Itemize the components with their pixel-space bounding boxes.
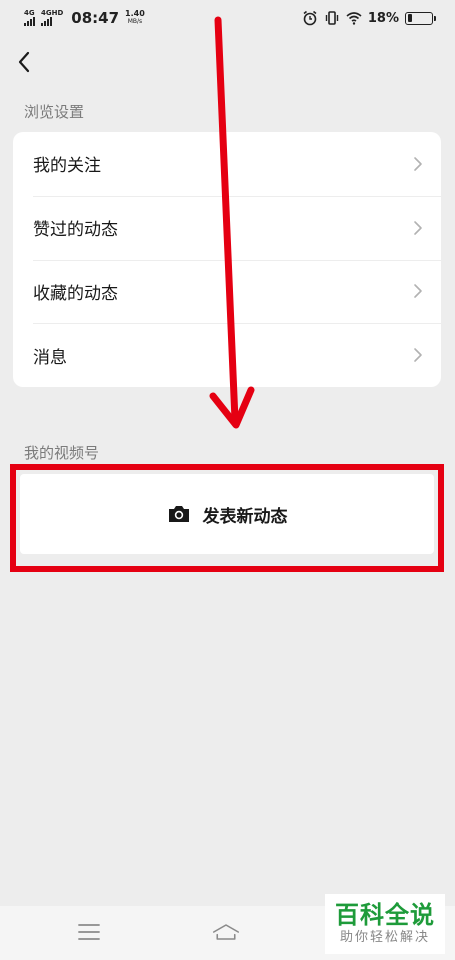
chevron-right-icon bbox=[414, 284, 422, 299]
chevron-right-icon bbox=[414, 157, 422, 171]
home-nav-button[interactable] bbox=[212, 920, 240, 944]
wifi-icon bbox=[346, 12, 362, 25]
watermark-logo: 百科全说 助你轻松解决 bbox=[325, 894, 445, 954]
watermark-subtitle: 助你轻松解决 bbox=[339, 930, 430, 945]
battery-icon bbox=[405, 11, 436, 25]
network-type-1: 4G bbox=[24, 9, 35, 17]
chevron-right-icon bbox=[414, 348, 422, 362]
menu-item-label: 我的关注 bbox=[33, 156, 101, 177]
signal-bars-icon bbox=[24, 17, 35, 26]
battery-fill bbox=[407, 14, 412, 22]
chevron-right-icon bbox=[414, 220, 422, 235]
watermark-title: 百科全说 bbox=[335, 901, 435, 929]
menu-item-label: 赞过的动态 bbox=[33, 220, 118, 241]
menu-item-my-following[interactable]: 我的关注 bbox=[13, 132, 441, 196]
menu-item-label: 收藏的动态 bbox=[33, 283, 118, 304]
menu-item-saved-posts[interactable]: 收藏的动态 bbox=[13, 259, 441, 324]
menu-nav-button[interactable] bbox=[75, 920, 103, 944]
vibrate-icon bbox=[325, 11, 339, 25]
menu-item-messages[interactable]: 消息 bbox=[13, 323, 441, 387]
browse-settings-card: 我的关注 赞过的动态 收藏的动态 消息 bbox=[13, 132, 441, 387]
chevron-left-icon bbox=[18, 51, 30, 73]
menu-item-label: 消息 bbox=[33, 347, 67, 368]
section-title-browse-settings: 浏览设置 bbox=[24, 103, 85, 121]
signal-2: 4GHD bbox=[41, 10, 63, 26]
status-bar: 4G 4GHD 08:47 1.40 MB/s 18% bbox=[0, 0, 455, 36]
battery-percent: 18% bbox=[367, 10, 399, 26]
speed-value: 1.40 bbox=[125, 9, 145, 18]
section-title-my-channels: 我的视频号 bbox=[24, 444, 100, 462]
speed-unit: MB/s bbox=[127, 18, 143, 25]
alarm-icon bbox=[303, 10, 317, 26]
home-icon bbox=[212, 924, 240, 940]
signal-bars-icon bbox=[41, 17, 52, 26]
back-button[interactable] bbox=[12, 48, 36, 76]
network-type-2: 4GHD bbox=[41, 9, 64, 17]
menu-icon bbox=[78, 924, 100, 940]
menu-item-liked-posts[interactable]: 赞过的动态 bbox=[13, 195, 441, 260]
status-right: 18% bbox=[302, 10, 436, 26]
clock: 08:47 bbox=[71, 9, 120, 27]
signal-1: 4G bbox=[24, 10, 35, 26]
annotation-highlight-box bbox=[10, 464, 444, 572]
status-left: 4G 4GHD 08:47 1.40 MB/s bbox=[24, 9, 145, 27]
network-speed: 1.40 MB/s bbox=[125, 10, 145, 26]
